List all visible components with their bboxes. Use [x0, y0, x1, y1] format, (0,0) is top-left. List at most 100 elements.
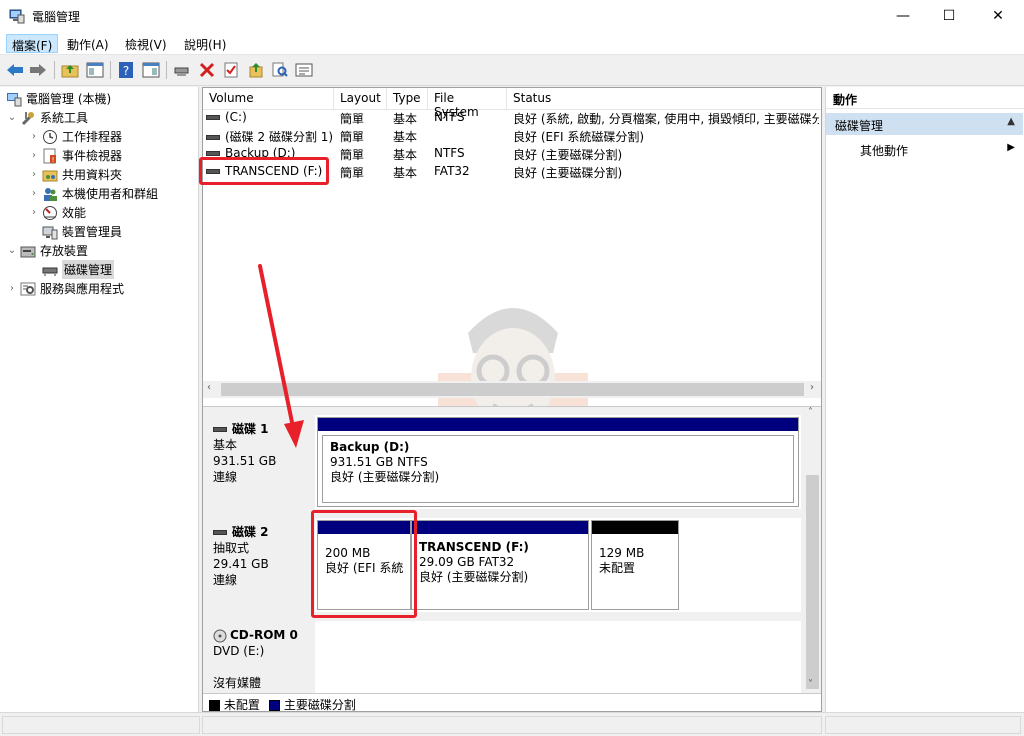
tree-item-root[interactable]: 電腦管理 (本機)	[4, 89, 111, 108]
legend-label: 未配置	[223, 698, 260, 712]
tree-label: 裝置管理員	[62, 225, 123, 239]
chevron-down-icon[interactable]: ⌄	[6, 112, 18, 123]
type-cell: 基本	[393, 148, 418, 162]
actions-section-disk-management[interactable]: 磁碟管理 ▲	[826, 113, 1023, 135]
toolbar-separator	[54, 61, 55, 79]
chevron-right-icon[interactable]: ›	[28, 169, 40, 180]
tree-label: 本機使用者和群組	[62, 187, 159, 201]
tree-item-device-manager[interactable]: 裝置管理員	[40, 222, 122, 241]
tree-item-local-users[interactable]: › 本機使用者和群組	[28, 184, 158, 203]
storage-icon	[20, 246, 36, 257]
scroll-up-icon[interactable]: ˄	[808, 407, 813, 418]
legend-item-unallocated: 未配置	[209, 696, 260, 713]
menu-action[interactable]: 動作(A)	[62, 34, 114, 53]
disk-graph-scrollbar[interactable]: ˄ ˅	[804, 407, 821, 693]
tree-item-event-viewer[interactable]: › ! 事件檢視器	[28, 146, 122, 165]
type-cell: 基本	[393, 130, 418, 144]
forward-icon[interactable]	[28, 60, 48, 80]
tree-item-system-tools[interactable]: ⌄ 系統工具	[6, 108, 88, 127]
column-header-volume[interactable]: Volume	[203, 88, 334, 110]
maximize-icon: ☐	[942, 8, 956, 24]
tree-item-shared-folders[interactable]: › 共用資料夾	[28, 165, 122, 184]
actions-more[interactable]: 其他動作 ▶	[826, 139, 1023, 159]
disk-title: CD-ROM 0	[213, 627, 305, 643]
column-header-file-system[interactable]: File System	[428, 88, 507, 119]
delete-icon[interactable]	[197, 60, 217, 80]
close-button[interactable]: ✕	[972, 0, 1024, 32]
partition-status: 良好 (主要磁碟分割)	[330, 470, 440, 484]
tree-item-performance[interactable]: › 效能	[28, 203, 86, 222]
disk-partition-area: Backup (D:) 931.51 GB NTFS 良好 (主要磁碟分割)	[315, 415, 801, 509]
drive-icon	[206, 151, 220, 156]
partition-unallocated[interactable]: 129 MB 未配置	[591, 520, 679, 610]
annotation-box-transcend-volume	[199, 157, 329, 185]
partition-bar	[318, 418, 798, 431]
column-header-layout[interactable]: Layout	[334, 88, 387, 110]
help-icon[interactable]: ?	[116, 60, 136, 80]
export-icon[interactable]	[246, 60, 266, 80]
tree-label: 共用資料夾	[62, 168, 123, 182]
menu-view[interactable]: 檢視(V)	[120, 34, 172, 53]
up-folder-icon[interactable]	[60, 60, 80, 80]
tree-label: 效能	[62, 206, 87, 220]
show-hide-tree-icon[interactable]	[85, 60, 105, 80]
partition-name: Backup (D:)	[330, 440, 410, 454]
chevron-right-icon[interactable]: ›	[28, 207, 40, 218]
minimize-button[interactable]: —	[880, 0, 926, 32]
volume-row[interactable]: (磁碟 2 磁碟分割 1) 簡單 基本 良好 (EFI 系統磁碟分割)	[203, 127, 821, 145]
column-header-status[interactable]: Status	[507, 88, 821, 110]
partition-backup[interactable]: Backup (D:) 931.51 GB NTFS 良好 (主要磁碟分割)	[317, 417, 799, 507]
legend-label: 主要磁碟分割	[283, 698, 356, 712]
scroll-down-icon[interactable]: ˅	[808, 679, 813, 690]
layout-cell: 簡單	[340, 112, 365, 126]
chevron-down-icon[interactable]: ⌄	[6, 245, 18, 256]
layout-cell: 簡單	[340, 148, 365, 162]
status-cell: 良好 (主要磁碟分割)	[513, 148, 623, 162]
tools-icon	[21, 111, 34, 125]
properties-icon[interactable]	[294, 60, 314, 80]
search-icon[interactable]	[270, 60, 290, 80]
tree-item-services[interactable]: › 服務與應用程式	[6, 279, 124, 298]
annotation-box-efi-partition	[311, 510, 417, 618]
column-header-type[interactable]: Type	[387, 88, 428, 110]
event-viewer-icon: !	[43, 148, 56, 164]
tree-label: 服務與應用程式	[40, 282, 125, 296]
tree-item-disk-management[interactable]: 磁碟管理	[40, 260, 115, 279]
collapse-up-icon[interactable]: ▲	[1007, 116, 1015, 127]
computer-management-icon	[9, 9, 25, 24]
volume-row[interactable]: (C:) 簡單 基本 NTFS 良好 (系統, 啟動, 分頁檔案, 使用中, 損…	[203, 109, 821, 127]
drive-icon	[206, 115, 220, 120]
action-pane-icon[interactable]	[141, 60, 161, 80]
toolbar-separator	[110, 61, 111, 79]
legend-swatch	[269, 700, 280, 711]
tree-label: 事件檢視器	[62, 149, 123, 163]
tree-item-storage[interactable]: ⌄ 存放裝置	[6, 241, 88, 260]
tree-item-task-scheduler[interactable]: › 工作排程器	[28, 127, 122, 146]
scroll-left-icon[interactable]: ‹	[207, 382, 211, 393]
status-segment	[825, 716, 1021, 734]
partition-name: TRANSCEND (F:)	[419, 540, 529, 554]
volume-name: (C:)	[225, 110, 247, 124]
scroll-right-icon[interactable]: ›	[810, 382, 814, 393]
connect-drive-icon[interactable]	[172, 60, 192, 80]
legend-item-primary: 主要磁碟分割	[269, 696, 356, 713]
partition-status: 未配置	[599, 561, 636, 575]
disk-label[interactable]: CD-ROM 0 DVD (E:) 沒有媒體	[203, 621, 315, 694]
chevron-right-icon[interactable]: ›	[28, 188, 40, 199]
chevron-right-icon[interactable]: ›	[28, 131, 40, 142]
back-icon[interactable]	[5, 60, 25, 80]
layout-cell: 簡單	[340, 166, 365, 180]
scrollbar-thumb[interactable]	[806, 475, 819, 689]
disk-label[interactable]: 磁碟 2 抽取式 29.41 GB 連線	[203, 518, 315, 612]
chevron-right-icon[interactable]: ›	[6, 283, 18, 294]
status-cell: 良好 (系統, 啟動, 分頁檔案, 使用中, 損毀傾印, 主要磁碟分	[513, 112, 819, 126]
disk-state: 連線	[213, 573, 238, 587]
menu-file[interactable]: 檔案(F)	[6, 34, 59, 53]
maximize-button[interactable]: ☐	[926, 0, 972, 32]
disk-size: 931.51 GB	[213, 454, 277, 468]
chevron-right-icon[interactable]: ›	[28, 150, 40, 161]
check-icon[interactable]	[221, 60, 241, 80]
partition-detail: 931.51 GB NTFS	[330, 455, 428, 469]
partition-transcend[interactable]: TRANSCEND (F:) 29.09 GB FAT32 良好 (主要磁碟分割…	[411, 520, 589, 610]
menu-help[interactable]: 說明(H)	[179, 34, 231, 53]
